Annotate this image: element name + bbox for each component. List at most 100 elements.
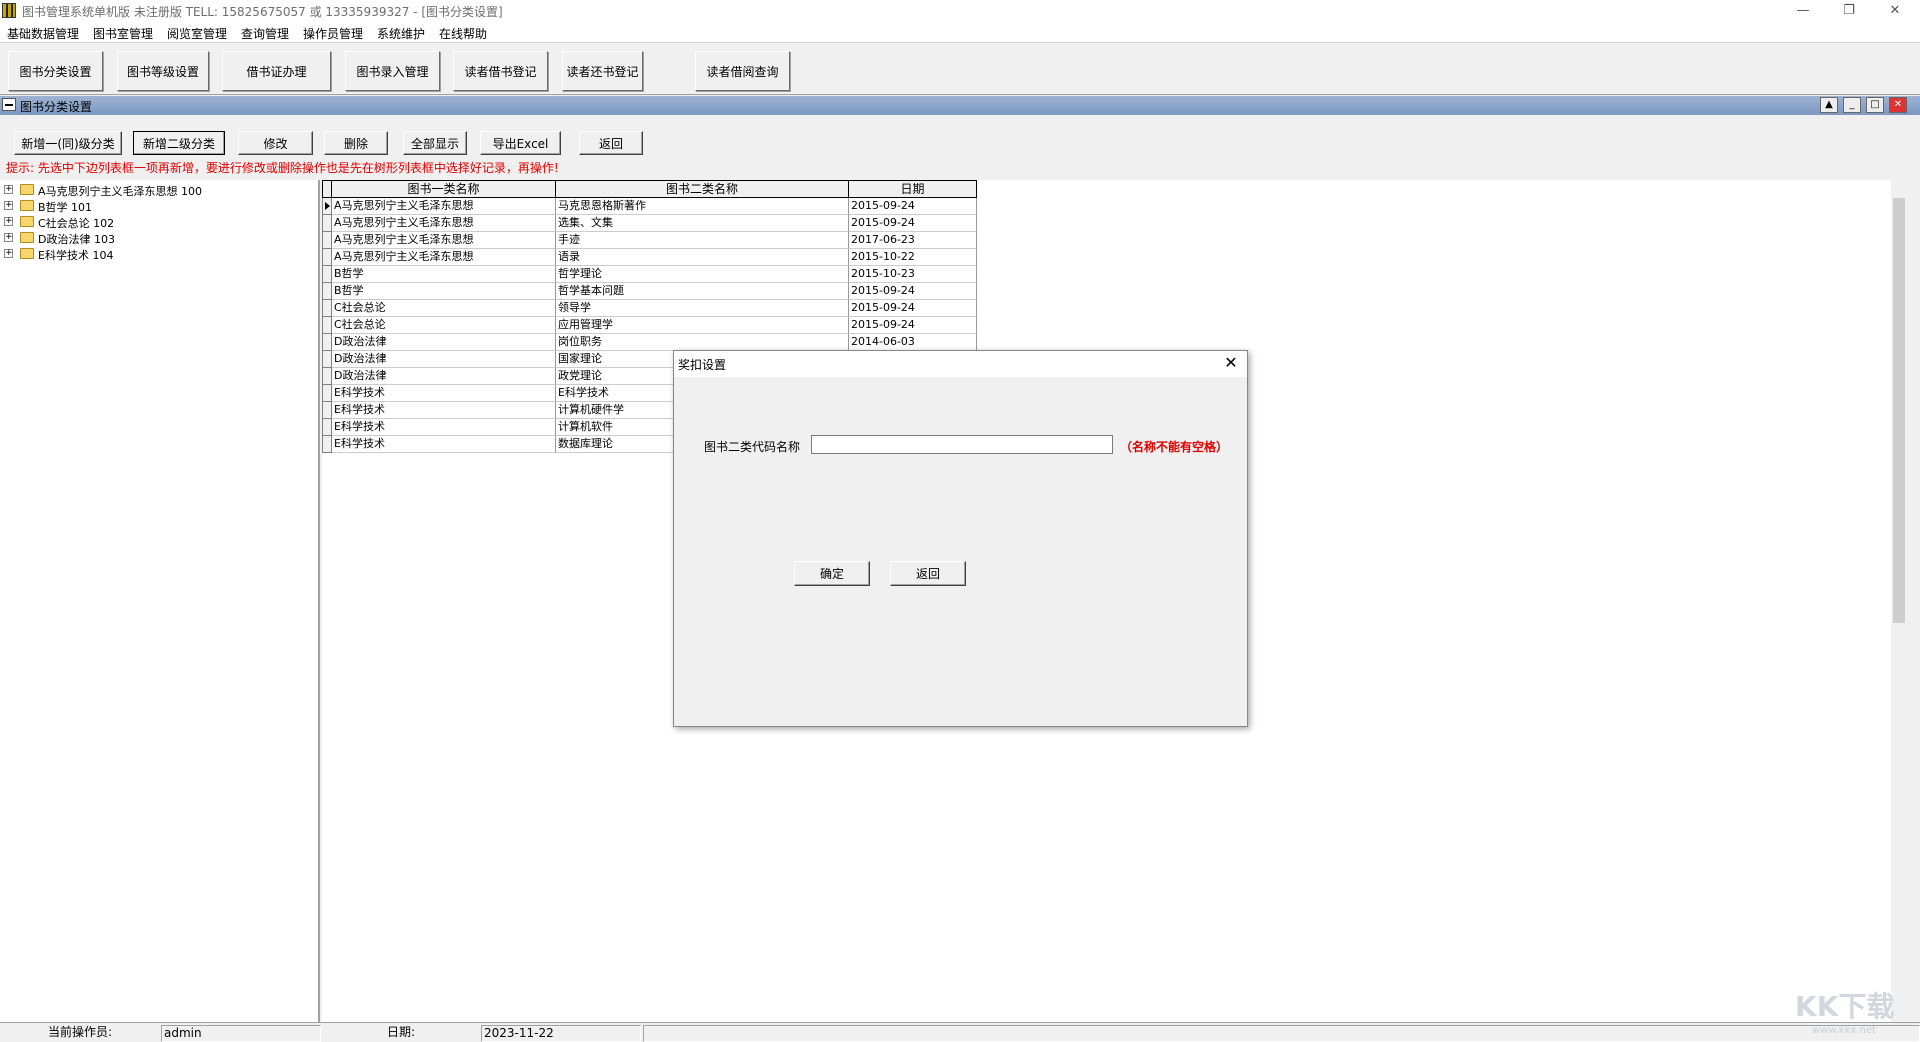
add-same-level-button[interactable]: 新增一(同)级分类 bbox=[14, 131, 122, 155]
column-header-date[interactable]: 日期 bbox=[849, 180, 977, 198]
row-header[interactable] bbox=[322, 317, 332, 334]
edit-button[interactable]: 修改 bbox=[238, 131, 313, 155]
table-row[interactable]: D政治法律 岗位职务 2014-06-03 bbox=[322, 334, 977, 351]
child-maximize-button[interactable]: □ bbox=[1866, 97, 1884, 113]
cell-second-class[interactable]: 选集、文集 bbox=[556, 215, 849, 232]
scrollbar-thumb[interactable] bbox=[1893, 198, 1905, 623]
show-all-button[interactable]: 全部显示 bbox=[403, 131, 467, 155]
row-header[interactable] bbox=[322, 283, 332, 300]
cell-date[interactable]: 2017-06-23 bbox=[849, 232, 977, 249]
dialog-close-button[interactable]: ✕ bbox=[1221, 354, 1241, 374]
toolbar-borrow-register-button[interactable]: 读者借书登记 bbox=[453, 51, 548, 91]
restore-window-button[interactable]: ❐ bbox=[1826, 0, 1872, 22]
menu-help[interactable]: 在线帮助 bbox=[439, 25, 487, 42]
current-row-indicator[interactable] bbox=[322, 198, 332, 215]
row-header[interactable] bbox=[322, 300, 332, 317]
column-header-first-class[interactable]: 图书一类名称 bbox=[332, 180, 556, 198]
cell-second-class[interactable]: 语录 bbox=[556, 249, 849, 266]
row-header[interactable] bbox=[322, 368, 332, 385]
cell-date[interactable]: 2014-06-03 bbox=[849, 334, 977, 351]
toolbar-return-register-button[interactable]: 读者还书登记 bbox=[562, 51, 643, 91]
cell-first-class[interactable]: E科学技术 bbox=[332, 385, 556, 402]
cell-first-class[interactable]: C社会总论 bbox=[332, 300, 556, 317]
minimize-window-button[interactable]: — bbox=[1780, 0, 1826, 22]
add-second-level-button[interactable]: 新增二级分类 bbox=[133, 131, 225, 155]
cell-second-class[interactable]: 应用管理学 bbox=[556, 317, 849, 334]
table-row[interactable]: C社会总论 领导学 2015-09-24 bbox=[322, 300, 977, 317]
export-excel-button[interactable]: 导出Excel bbox=[480, 131, 561, 155]
cell-date[interactable]: 2015-09-24 bbox=[849, 198, 977, 215]
expand-icon[interactable]: + bbox=[4, 233, 13, 242]
child-minimize-button[interactable]: _ bbox=[1843, 97, 1861, 113]
cell-second-class[interactable]: 领导学 bbox=[556, 300, 849, 317]
cell-first-class[interactable]: E科学技术 bbox=[332, 436, 556, 453]
confirm-button[interactable]: 确定 bbox=[794, 561, 870, 586]
cell-first-class[interactable]: D政治法律 bbox=[332, 334, 556, 351]
expand-icon[interactable]: + bbox=[4, 201, 13, 210]
tree-item[interactable]: + D政治法律 103 bbox=[0, 230, 320, 246]
tree-item[interactable]: + C社会总论 102 bbox=[0, 214, 320, 230]
cell-date[interactable]: 2015-09-24 bbox=[849, 317, 977, 334]
toolbar-book-entry-button[interactable]: 图书录入管理 bbox=[345, 51, 440, 91]
tree-item[interactable]: + B哲学 101 bbox=[0, 198, 320, 214]
toolbar-level-settings-button[interactable]: 图书等级设置 bbox=[117, 51, 209, 91]
child-system-menu-icon[interactable] bbox=[2, 98, 16, 111]
table-row[interactable]: A马克思列宁主义毛泽东思想 选集、文集 2015-09-24 bbox=[322, 215, 977, 232]
menu-library-room[interactable]: 图书室管理 bbox=[93, 25, 153, 42]
cell-second-class[interactable]: 哲学理论 bbox=[556, 266, 849, 283]
cell-first-class[interactable]: D政治法律 bbox=[332, 351, 556, 368]
cell-first-class[interactable]: B哲学 bbox=[332, 283, 556, 300]
menu-operator[interactable]: 操作员管理 bbox=[303, 25, 363, 42]
toolbar-category-settings-button[interactable]: 图书分类设置 bbox=[8, 51, 103, 91]
cell-first-class[interactable]: A马克思列宁主义毛泽东思想 bbox=[332, 232, 556, 249]
row-header[interactable] bbox=[322, 402, 332, 419]
table-row[interactable]: B哲学 哲学理论 2015-10-23 bbox=[322, 266, 977, 283]
row-header[interactable] bbox=[322, 419, 332, 436]
code-name-input[interactable] bbox=[811, 435, 1113, 454]
table-row[interactable]: C社会总论 应用管理学 2015-09-24 bbox=[322, 317, 977, 334]
cell-date[interactable]: 2015-09-24 bbox=[849, 283, 977, 300]
cell-first-class[interactable]: E科学技术 bbox=[332, 419, 556, 436]
toolbar-library-card-button[interactable]: 借书证办理 bbox=[222, 51, 331, 91]
delete-button[interactable]: 删除 bbox=[324, 131, 388, 155]
cell-date[interactable]: 2015-10-22 bbox=[849, 249, 977, 266]
expand-icon[interactable]: + bbox=[4, 217, 13, 226]
cell-first-class[interactable]: D政治法律 bbox=[332, 368, 556, 385]
cell-first-class[interactable]: A马克思列宁主义毛泽东思想 bbox=[332, 198, 556, 215]
back-button[interactable]: 返回 bbox=[579, 131, 643, 155]
child-scroll-up-button[interactable]: ▲ bbox=[1820, 97, 1838, 113]
row-header[interactable] bbox=[322, 351, 332, 368]
table-row[interactable]: B哲学 哲学基本问题 2015-09-24 bbox=[322, 283, 977, 300]
row-header[interactable] bbox=[322, 249, 332, 266]
row-header[interactable] bbox=[322, 266, 332, 283]
cell-first-class[interactable]: A马克思列宁主义毛泽东思想 bbox=[332, 249, 556, 266]
cell-first-class[interactable]: B哲学 bbox=[332, 266, 556, 283]
cell-date[interactable]: 2015-09-24 bbox=[849, 215, 977, 232]
row-header[interactable] bbox=[322, 436, 332, 453]
row-header[interactable] bbox=[322, 215, 332, 232]
cell-date[interactable]: 2015-10-23 bbox=[849, 266, 977, 283]
menu-reading-room[interactable]: 阅览室管理 bbox=[167, 25, 227, 42]
child-close-button[interactable]: ✕ bbox=[1889, 97, 1907, 113]
menu-basic-data[interactable]: 基础数据管理 bbox=[7, 25, 79, 42]
cell-second-class[interactable]: 手迹 bbox=[556, 232, 849, 249]
cell-second-class[interactable]: 马克思恩格斯著作 bbox=[556, 198, 849, 215]
close-window-button[interactable]: ✕ bbox=[1872, 0, 1918, 22]
row-header[interactable] bbox=[322, 232, 332, 249]
cell-second-class[interactable]: 岗位职务 bbox=[556, 334, 849, 351]
tree-item[interactable]: + A马克思列宁主义毛泽东思想 100 bbox=[0, 182, 320, 198]
table-row[interactable]: A马克思列宁主义毛泽东思想 手迹 2017-06-23 bbox=[322, 232, 977, 249]
table-row[interactable]: A马克思列宁主义毛泽东思想 马克思恩格斯著作 2015-09-24 bbox=[322, 198, 977, 215]
expand-icon[interactable]: + bbox=[4, 249, 13, 258]
row-header[interactable] bbox=[322, 385, 332, 402]
cell-date[interactable]: 2015-09-24 bbox=[849, 300, 977, 317]
cell-first-class[interactable]: E科学技术 bbox=[332, 402, 556, 419]
tree-item[interactable]: + E科学技术 104 bbox=[0, 246, 320, 262]
column-header-second-class[interactable]: 图书二类名称 bbox=[556, 180, 849, 198]
cell-first-class[interactable]: A马克思列宁主义毛泽东思想 bbox=[332, 215, 556, 232]
cell-second-class[interactable]: 哲学基本问题 bbox=[556, 283, 849, 300]
dialog-back-button[interactable]: 返回 bbox=[890, 561, 966, 586]
expand-icon[interactable]: + bbox=[4, 185, 13, 194]
toolbar-borrow-query-button[interactable]: 读者借阅查询 bbox=[695, 51, 790, 91]
menu-system[interactable]: 系统维护 bbox=[377, 25, 425, 42]
